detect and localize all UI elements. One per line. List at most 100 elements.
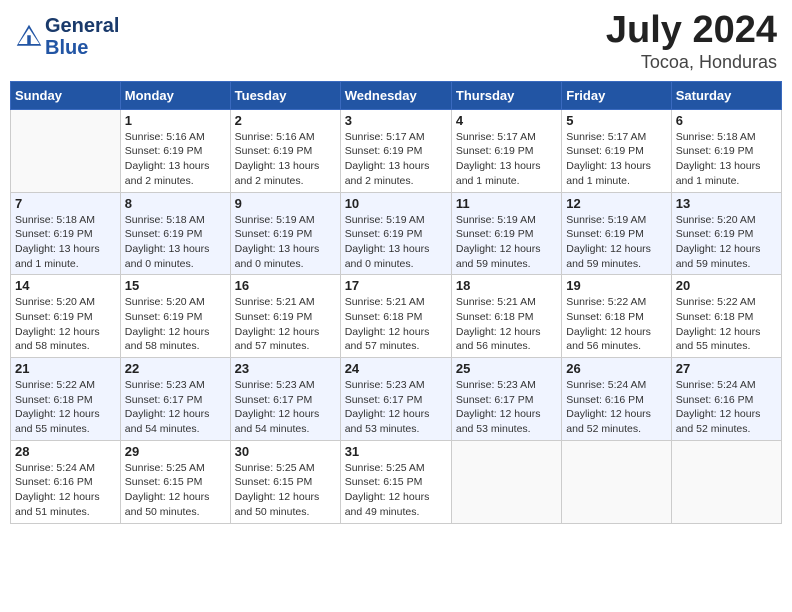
day-info: Sunrise: 5:24 AM Sunset: 6:16 PM Dayligh… — [676, 378, 777, 437]
day-number: 21 — [15, 361, 116, 376]
calendar-cell: 8Sunrise: 5:18 AM Sunset: 6:19 PM Daylig… — [120, 192, 230, 275]
calendar-week-row: 21Sunrise: 5:22 AM Sunset: 6:18 PM Dayli… — [11, 358, 782, 441]
day-info: Sunrise: 5:24 AM Sunset: 6:16 PM Dayligh… — [15, 461, 116, 520]
calendar-week-row: 28 Sunrise: 5:24 AM Sunset: 6:16 PM Dayli… — [11, 440, 782, 523]
calendar-cell: 1Sunrise: 5:16 AM Sunset: 6:19 PM Daylig… — [120, 109, 230, 192]
weekday-header: Friday — [562, 81, 671, 109]
day-info: Sunrise: 5:19 AM Sunset: 6:19 PM Dayligh… — [345, 213, 447, 272]
day-info: Sunrise: 5:23 AM Sunset: 6:17 PM Dayligh… — [125, 378, 226, 437]
day-number: 1 — [125, 113, 226, 128]
calendar-cell: 30 Sunrise: 5:25 AM Sunset: 6:15 PM Dayli… — [230, 440, 340, 523]
day-number: 17 — [345, 278, 447, 293]
day-info: Sunrise: 5:23 AM Sunset: 6:17 PM Dayligh… — [235, 378, 336, 437]
calendar-cell: 9 Sunrise: 5:19 AM Sunset: 6:19 PM Daylig… — [230, 192, 340, 275]
calendar-cell: 2 Sunrise: 5:16 AM Sunset: 6:19 PM Daylig… — [230, 109, 340, 192]
calendar-week-row: 14Sunrise: 5:20 AM Sunset: 6:19 PM Dayli… — [11, 275, 782, 358]
weekday-header: Saturday — [671, 81, 781, 109]
calendar-cell: 10 Sunrise: 5:19 AM Sunset: 6:19 PM Dayli… — [340, 192, 451, 275]
calendar-cell: 26Sunrise: 5:24 AM Sunset: 6:16 PM Dayli… — [562, 358, 671, 441]
day-number: 24 — [345, 361, 447, 376]
day-number: 3 — [345, 113, 447, 128]
day-number: 16 — [235, 278, 336, 293]
day-info: Sunrise: 5:23 AM Sunset: 6:17 PM Dayligh… — [345, 378, 447, 437]
calendar-week-row: 1 Sunrise: 5:16 AM Sunset: 6:19 PM Daylig… — [11, 109, 782, 192]
calendar-cell — [671, 440, 781, 523]
calendar-cell: 31 Sunrise: 5:25 AM Sunset: 6:15 PM Dayli… — [340, 440, 451, 523]
calendar-cell: 7 Sunrise: 5:18 AM Sunset: 6:19 PM Daylig… — [11, 192, 121, 275]
calendar-cell: 20 Sunrise: 5:22 AM Sunset: 6:18 PM Dayli… — [671, 275, 781, 358]
day-info: Sunrise: 5:25 AM Sunset: 6:15 PM Dayligh… — [235, 461, 336, 520]
day-info: Sunrise: 5:22 AM Sunset: 6:18 PM Dayligh… — [676, 295, 777, 354]
calendar-cell: 14Sunrise: 5:20 AM Sunset: 6:19 PM Dayli… — [11, 275, 121, 358]
day-info: Sunrise: 5:17 AM Sunset: 6:19 PM Dayligh… — [456, 130, 557, 189]
calendar-cell: 17 Sunrise: 5:21 AM Sunset: 6:18 PM Dayli… — [340, 275, 451, 358]
day-info: Sunrise: 5:20 AM Sunset: 6:19 PM Dayligh… — [15, 295, 116, 354]
day-number: 31 — [345, 444, 447, 459]
calendar-cell: 16 Sunrise: 5:21 AM Sunset: 6:19 PM Dayli… — [230, 275, 340, 358]
day-number: 7 — [15, 196, 116, 211]
day-number: 9 — [235, 196, 336, 211]
calendar-cell: 21Sunrise: 5:22 AM Sunset: 6:18 PM Dayli… — [11, 358, 121, 441]
calendar-cell: 5 Sunrise: 5:17 AM Sunset: 6:19 PM Daylig… — [562, 109, 671, 192]
day-number: 5 — [566, 113, 666, 128]
calendar-cell: 28 Sunrise: 5:24 AM Sunset: 6:16 PM Dayli… — [11, 440, 121, 523]
logo: General Blue — [15, 15, 119, 59]
calendar-cell: 11Sunrise: 5:19 AM Sunset: 6:19 PM Dayli… — [451, 192, 561, 275]
calendar-cell: 25 Sunrise: 5:23 AM Sunset: 6:17 PM Dayli… — [451, 358, 561, 441]
calendar-cell: 6 Sunrise: 5:18 AM Sunset: 6:19 PM Daylig… — [671, 109, 781, 192]
day-info: Sunrise: 5:17 AM Sunset: 6:19 PM Dayligh… — [566, 130, 666, 189]
day-info: Sunrise: 5:21 AM Sunset: 6:19 PM Dayligh… — [235, 295, 336, 354]
day-info: Sunrise: 5:25 AM Sunset: 6:15 PM Dayligh… — [345, 461, 447, 520]
day-info: Sunrise: 5:19 AM Sunset: 6:19 PM Dayligh… — [566, 213, 666, 272]
logo-blue: Blue — [45, 37, 119, 59]
calendar-cell: 3Sunrise: 5:17 AM Sunset: 6:19 PM Daylig… — [340, 109, 451, 192]
weekday-header: Monday — [120, 81, 230, 109]
day-number: 8 — [125, 196, 226, 211]
title-area: July 2024 Tocoa, Honduras — [606, 10, 777, 73]
day-info: Sunrise: 5:23 AM Sunset: 6:17 PM Dayligh… — [456, 378, 557, 437]
day-info: Sunrise: 5:16 AM Sunset: 6:19 PM Dayligh… — [235, 130, 336, 189]
day-number: 2 — [235, 113, 336, 128]
day-number: 6 — [676, 113, 777, 128]
calendar-cell — [451, 440, 561, 523]
day-info: Sunrise: 5:22 AM Sunset: 6:18 PM Dayligh… — [566, 295, 666, 354]
weekday-header: Tuesday — [230, 81, 340, 109]
calendar-cell: 27Sunrise: 5:24 AM Sunset: 6:16 PM Dayli… — [671, 358, 781, 441]
location-subtitle: Tocoa, Honduras — [606, 52, 777, 73]
day-info: Sunrise: 5:20 AM Sunset: 6:19 PM Dayligh… — [125, 295, 226, 354]
calendar-cell: 19Sunrise: 5:22 AM Sunset: 6:18 PM Dayli… — [562, 275, 671, 358]
calendar-cell: 15 Sunrise: 5:20 AM Sunset: 6:19 PM Dayli… — [120, 275, 230, 358]
weekday-header: Wednesday — [340, 81, 451, 109]
day-number: 30 — [235, 444, 336, 459]
day-info: Sunrise: 5:19 AM Sunset: 6:19 PM Dayligh… — [456, 213, 557, 272]
day-number: 25 — [456, 361, 557, 376]
calendar-week-row: 7 Sunrise: 5:18 AM Sunset: 6:19 PM Daylig… — [11, 192, 782, 275]
day-info: Sunrise: 5:18 AM Sunset: 6:19 PM Dayligh… — [676, 130, 777, 189]
weekday-header-row: SundayMondayTuesdayWednesdayThursdayFrid… — [11, 81, 782, 109]
weekday-header: Thursday — [451, 81, 561, 109]
day-number: 12 — [566, 196, 666, 211]
calendar-cell: 18Sunrise: 5:21 AM Sunset: 6:18 PM Dayli… — [451, 275, 561, 358]
calendar-cell — [11, 109, 121, 192]
page-header: General Blue July 2024 Tocoa, Honduras — [10, 10, 782, 73]
day-number: 22 — [125, 361, 226, 376]
calendar-cell: 13Sunrise: 5:20 AM Sunset: 6:19 PM Dayli… — [671, 192, 781, 275]
day-info: Sunrise: 5:19 AM Sunset: 6:19 PM Dayligh… — [235, 213, 336, 272]
day-info: Sunrise: 5:21 AM Sunset: 6:18 PM Dayligh… — [345, 295, 447, 354]
calendar-cell: 22 Sunrise: 5:23 AM Sunset: 6:17 PM Dayli… — [120, 358, 230, 441]
day-info: Sunrise: 5:21 AM Sunset: 6:18 PM Dayligh… — [456, 295, 557, 354]
day-number: 20 — [676, 278, 777, 293]
day-info: Sunrise: 5:20 AM Sunset: 6:19 PM Dayligh… — [676, 213, 777, 272]
day-number: 15 — [125, 278, 226, 293]
calendar-cell — [562, 440, 671, 523]
day-number: 10 — [345, 196, 447, 211]
month-year-title: July 2024 — [606, 10, 777, 52]
day-number: 23 — [235, 361, 336, 376]
calendar-cell: 23 Sunrise: 5:23 AM Sunset: 6:17 PM Dayli… — [230, 358, 340, 441]
day-info: Sunrise: 5:25 AM Sunset: 6:15 PM Dayligh… — [125, 461, 226, 520]
day-info: Sunrise: 5:18 AM Sunset: 6:19 PM Dayligh… — [15, 213, 116, 272]
weekday-header: Sunday — [11, 81, 121, 109]
day-number: 28 — [15, 444, 116, 459]
logo-general: General — [45, 15, 119, 37]
logo-icon — [15, 23, 43, 51]
